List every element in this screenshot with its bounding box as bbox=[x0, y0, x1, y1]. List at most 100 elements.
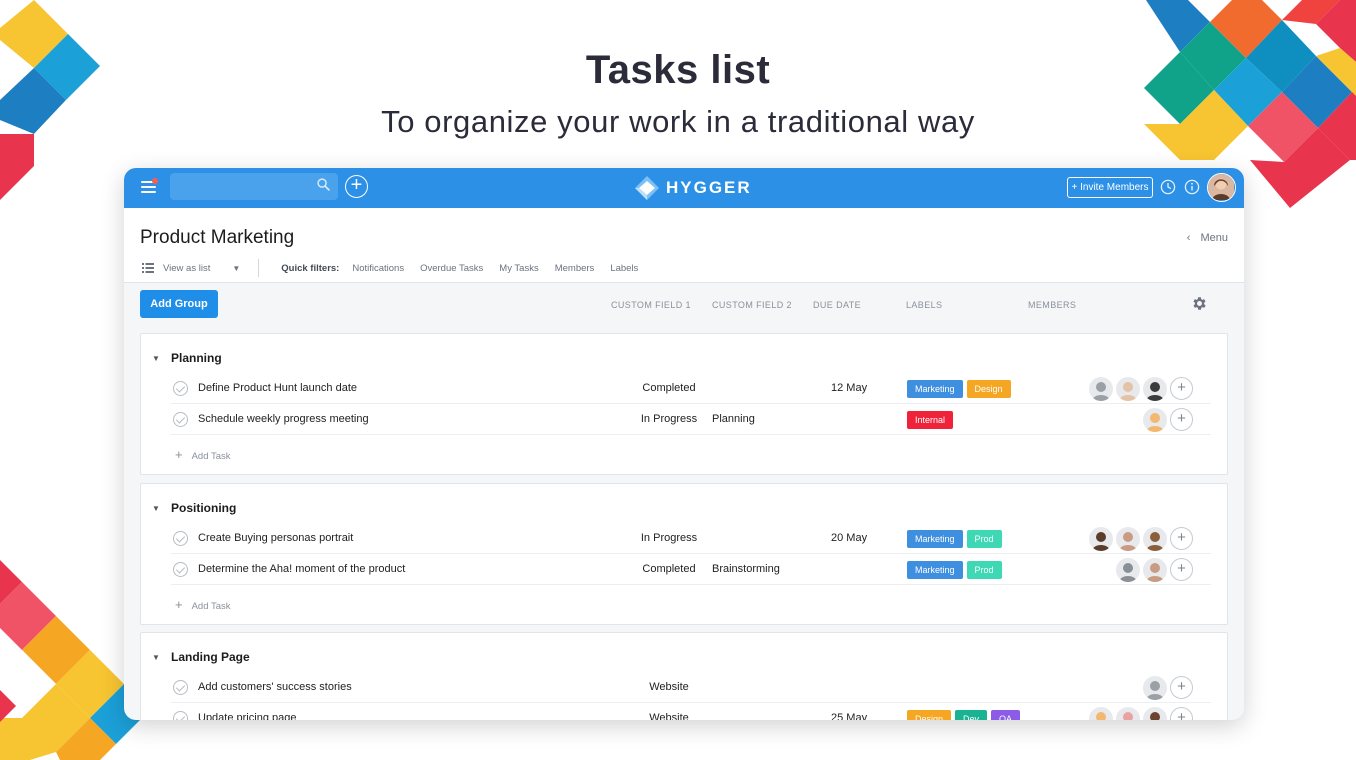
add-member-icon[interactable]: + bbox=[1170, 527, 1193, 550]
column-header-members[interactable]: MEMBERS bbox=[1028, 300, 1076, 310]
labels-cell[interactable]: Internal bbox=[907, 411, 954, 429]
column-header-custom-field-2[interactable]: CUSTOM FIELD 2 bbox=[712, 300, 792, 310]
member-avatar[interactable] bbox=[1116, 707, 1140, 720]
label-tag[interactable]: Dev bbox=[955, 710, 988, 720]
filter-my-tasks[interactable]: My Tasks bbox=[499, 263, 538, 274]
complete-checkbox-icon[interactable] bbox=[173, 680, 188, 695]
member-avatar[interactable] bbox=[1089, 527, 1113, 551]
add-group-button[interactable]: Add Group bbox=[140, 290, 218, 318]
info-icon[interactable] bbox=[1184, 179, 1200, 195]
member-avatar[interactable] bbox=[1143, 408, 1167, 432]
member-avatar[interactable] bbox=[1089, 707, 1113, 720]
label-tag[interactable]: Design bbox=[907, 710, 952, 720]
label-tag[interactable]: Marketing bbox=[907, 561, 963, 579]
label-tag[interactable]: Prod bbox=[966, 530, 1002, 548]
collapse-caret-icon[interactable]: ▼ bbox=[152, 504, 160, 513]
group-title[interactable]: Landing Page bbox=[171, 650, 250, 664]
complete-checkbox-icon[interactable] bbox=[173, 711, 188, 720]
search-icon[interactable] bbox=[317, 178, 330, 191]
menu-button[interactable]: ‹ Menu bbox=[1187, 232, 1228, 244]
members-cell: + bbox=[1116, 558, 1193, 582]
hero-title: Tasks list bbox=[585, 48, 771, 92]
complete-checkbox-icon[interactable] bbox=[173, 531, 188, 546]
custom-field-1-cell[interactable]: Completed bbox=[623, 382, 715, 394]
member-avatar[interactable] bbox=[1089, 377, 1113, 401]
search-input[interactable] bbox=[170, 173, 338, 200]
hygger-logo[interactable]: HYGGER bbox=[634, 174, 752, 202]
filter-members[interactable]: Members bbox=[555, 263, 595, 274]
invite-members-button[interactable]: + Invite Members bbox=[1067, 177, 1153, 198]
labels-cell[interactable]: Marketing Prod bbox=[907, 530, 1002, 548]
member-avatar[interactable] bbox=[1116, 558, 1140, 582]
labels-cell[interactable]: Design Dev QA bbox=[907, 710, 1021, 720]
column-header-due-date[interactable]: DUE DATE bbox=[813, 300, 861, 310]
table-toolbar: Add Group CUSTOM FIELD 1 CUSTOM FIELD 2 … bbox=[124, 283, 1244, 326]
custom-field-2-cell[interactable]: Brainstorming bbox=[712, 563, 780, 575]
task-row[interactable]: Add customers' success stories Website + bbox=[171, 672, 1211, 703]
filter-overdue-tasks[interactable]: Overdue Tasks bbox=[420, 263, 483, 274]
task-name[interactable]: Add customers' success stories bbox=[198, 681, 352, 693]
label-tag[interactable]: Internal bbox=[907, 411, 954, 429]
task-name[interactable]: Determine the Aha! moment of the product bbox=[198, 563, 405, 575]
member-avatar[interactable] bbox=[1116, 527, 1140, 551]
task-row[interactable]: Define Product Hunt launch date Completed… bbox=[171, 373, 1211, 404]
custom-field-1-cell[interactable]: Completed bbox=[623, 563, 715, 575]
due-date-cell[interactable]: 25 May bbox=[831, 712, 867, 720]
custom-field-2-cell[interactable]: Planning bbox=[712, 413, 755, 425]
complete-checkbox-icon[interactable] bbox=[173, 412, 188, 427]
complete-checkbox-icon[interactable] bbox=[173, 381, 188, 396]
member-avatar[interactable] bbox=[1143, 676, 1167, 700]
add-task-button[interactable]: + Add Task bbox=[175, 597, 231, 612]
group-title[interactable]: Positioning bbox=[171, 501, 236, 515]
view-as-list-select[interactable]: View as list bbox=[163, 263, 210, 274]
collapse-caret-icon[interactable]: ▼ bbox=[152, 354, 160, 363]
add-member-icon[interactable]: + bbox=[1170, 558, 1193, 581]
label-tag[interactable]: QA bbox=[991, 710, 1021, 720]
label-tag[interactable]: Prod bbox=[966, 561, 1002, 579]
labels-cell[interactable]: Marketing Prod bbox=[907, 561, 1002, 579]
page-title: Product Marketing bbox=[140, 227, 295, 248]
member-avatar[interactable] bbox=[1143, 558, 1167, 582]
member-avatar[interactable] bbox=[1116, 377, 1140, 401]
filter-notifications[interactable]: Notifications bbox=[352, 263, 404, 274]
plus-circle-icon[interactable]: + bbox=[345, 175, 368, 198]
members-cell: + bbox=[1089, 707, 1193, 720]
label-tag[interactable]: Marketing bbox=[907, 380, 963, 398]
task-name[interactable]: Create Buying personas portrait bbox=[198, 532, 353, 544]
group-title[interactable]: Planning bbox=[171, 351, 222, 365]
complete-checkbox-icon[interactable] bbox=[173, 562, 188, 577]
labels-cell[interactable]: Marketing Design bbox=[907, 380, 1011, 398]
add-member-icon[interactable]: + bbox=[1170, 707, 1193, 720]
task-row[interactable]: Update pricing page Website 25 May Design De… bbox=[171, 703, 1211, 720]
member-avatar[interactable] bbox=[1143, 707, 1167, 720]
logo-text: HYGGER bbox=[666, 178, 752, 197]
add-member-icon[interactable]: + bbox=[1170, 676, 1193, 699]
member-avatar[interactable] bbox=[1143, 377, 1167, 401]
gear-icon[interactable] bbox=[1191, 295, 1208, 312]
add-member-icon[interactable]: + bbox=[1170, 408, 1193, 431]
task-row[interactable]: Schedule weekly progress meeting In Progr… bbox=[171, 404, 1211, 435]
due-date-cell[interactable]: 12 May bbox=[831, 382, 867, 394]
task-name[interactable]: Define Product Hunt launch date bbox=[198, 382, 357, 394]
collapse-caret-icon[interactable]: ▼ bbox=[152, 653, 160, 662]
custom-field-1-cell[interactable]: Website bbox=[623, 681, 715, 693]
custom-field-1-cell[interactable]: In Progress bbox=[623, 532, 715, 544]
task-name[interactable]: Schedule weekly progress meeting bbox=[198, 413, 369, 425]
caret-down-icon[interactable]: ▼ bbox=[232, 264, 240, 273]
add-member-icon[interactable]: + bbox=[1170, 377, 1193, 400]
task-name[interactable]: Update pricing page bbox=[198, 712, 296, 720]
due-date-cell[interactable]: 20 May bbox=[831, 532, 867, 544]
custom-field-1-cell[interactable]: In Progress bbox=[623, 413, 715, 425]
custom-field-1-cell[interactable]: Website bbox=[623, 712, 715, 720]
add-task-button[interactable]: + Add Task bbox=[175, 447, 231, 462]
label-tag[interactable]: Marketing bbox=[907, 530, 963, 548]
task-row[interactable]: Determine the Aha! moment of the product… bbox=[171, 554, 1211, 585]
filter-labels[interactable]: Labels bbox=[610, 263, 638, 274]
column-header-labels[interactable]: LABELS bbox=[906, 300, 942, 310]
member-avatar[interactable] bbox=[1143, 527, 1167, 551]
task-row[interactable]: Create Buying personas portrait In Progre… bbox=[171, 523, 1211, 554]
column-header-custom-field-1[interactable]: CUSTOM FIELD 1 bbox=[611, 300, 691, 310]
clock-icon[interactable] bbox=[1160, 179, 1176, 195]
label-tag[interactable]: Design bbox=[966, 380, 1011, 398]
user-avatar[interactable] bbox=[1207, 173, 1236, 202]
